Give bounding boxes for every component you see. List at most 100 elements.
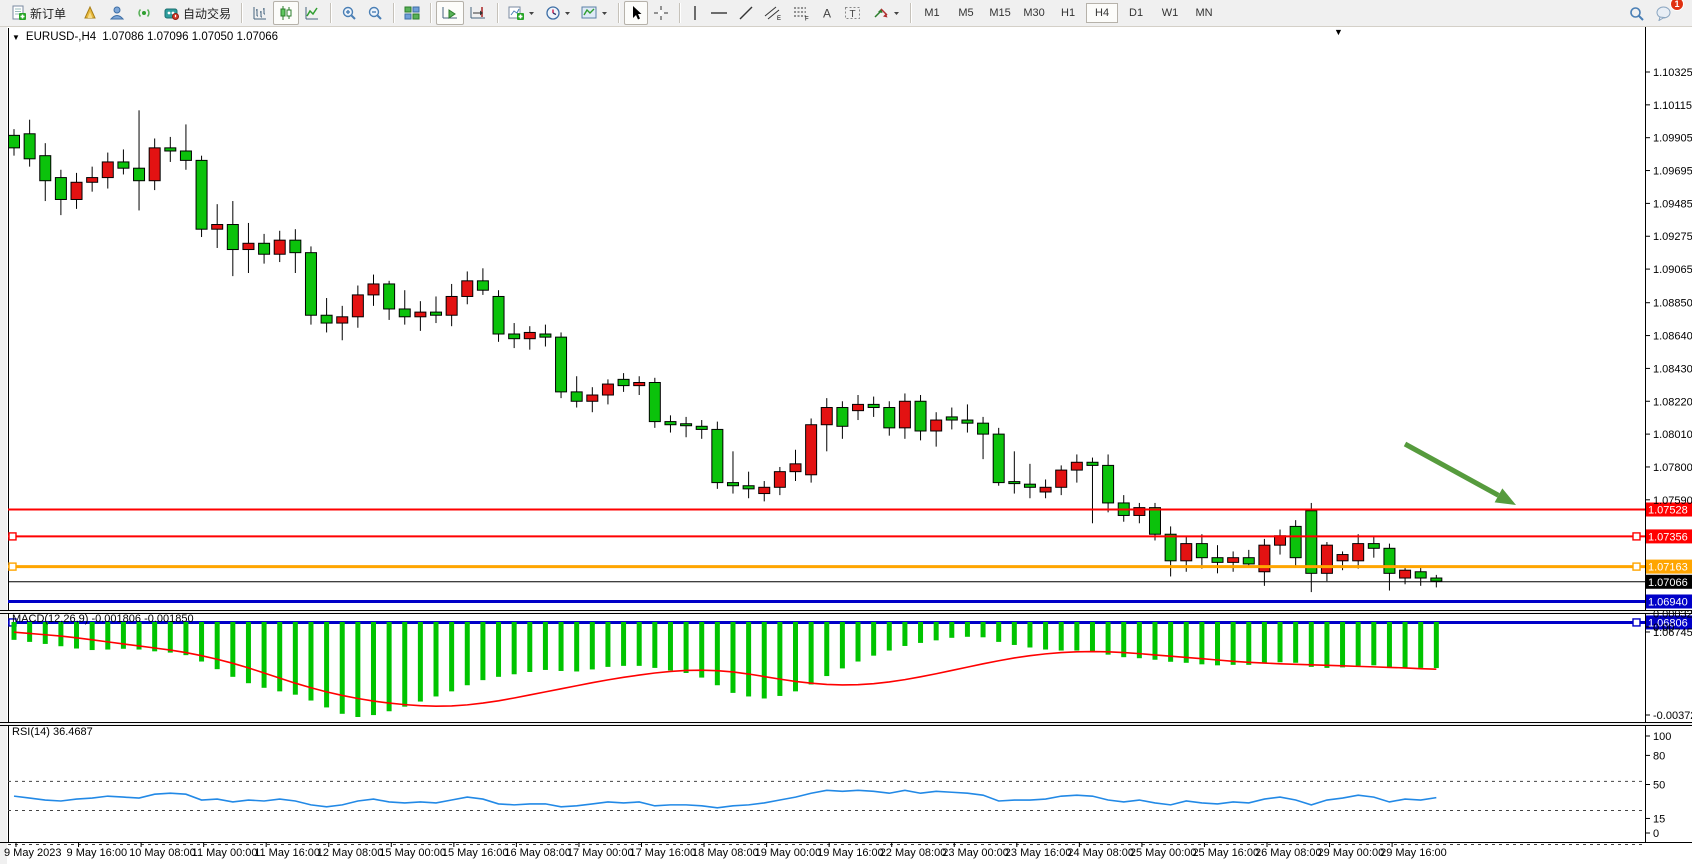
candle-body <box>1024 484 1035 487</box>
timeframe-H4[interactable]: H4 <box>1086 3 1118 23</box>
trendline-button[interactable] <box>733 1 759 25</box>
macd-bar <box>1340 622 1345 667</box>
candle-body <box>243 243 254 249</box>
chart-shift-icon <box>469 5 487 21</box>
timeframe-M15[interactable]: M15 <box>984 3 1016 23</box>
timeframe-W1[interactable]: W1 <box>1154 3 1186 23</box>
macd-bar <box>949 622 954 638</box>
chart-shift-button[interactable] <box>464 1 492 25</box>
separator <box>330 3 331 23</box>
candle-body <box>1415 572 1426 578</box>
equidistant-channel-button[interactable]: E <box>759 1 787 25</box>
macd-bar <box>1246 622 1251 665</box>
candle-body <box>352 295 363 317</box>
candle-body <box>649 382 660 421</box>
autotrading-button[interactable]: 自动交易 <box>158 1 236 25</box>
candle-body <box>1228 558 1239 563</box>
separator <box>430 3 431 23</box>
templates-button[interactable] <box>576 1 613 25</box>
candle-body <box>1431 578 1442 581</box>
candle-body <box>540 334 551 337</box>
candle-body <box>1337 555 1348 561</box>
notifications-button[interactable]: 1 <box>1650 1 1678 25</box>
macd-bar <box>730 622 735 693</box>
macd-bar <box>402 622 407 707</box>
candle-body <box>40 156 51 181</box>
symbol-period-label: EURUSD-,H4 <box>26 31 96 43</box>
x-tick-label: 11 May 00:00 <box>192 847 258 859</box>
candle-body <box>962 420 973 423</box>
line-chart-button[interactable] <box>299 1 325 25</box>
candle-body <box>1306 511 1317 574</box>
macd-bar <box>543 622 548 670</box>
add-indicator-button[interactable] <box>503 1 540 25</box>
periods-button[interactable] <box>540 1 576 25</box>
price-tag-text: 1.07066 <box>1648 577 1688 589</box>
candle-body <box>821 408 832 425</box>
zoom-in-button[interactable] <box>336 1 362 25</box>
crosshair-button[interactable] <box>648 1 674 25</box>
timeframe-M1[interactable]: M1 <box>916 3 948 23</box>
candle-body <box>462 281 473 297</box>
y-tick-label: 1.08010 <box>1653 429 1692 441</box>
ohlc-values: 1.07086 1.07096 1.07050 1.07066 <box>102 31 278 43</box>
macd-bar <box>262 622 267 688</box>
collapse-triangle-icon[interactable]: ▼ <box>12 33 20 42</box>
timeframe-H1[interactable]: H1 <box>1052 3 1084 23</box>
search-icon <box>1628 5 1645 22</box>
market-button[interactable] <box>104 1 131 25</box>
x-tick-label: 29 May 16:00 <box>1380 847 1447 859</box>
candle-body <box>118 162 129 168</box>
candle-body <box>884 408 895 428</box>
candle-body <box>587 395 598 401</box>
hline-marker-right[interactable] <box>1633 619 1640 626</box>
candle-body <box>1056 470 1067 487</box>
panel-gap <box>0 723 1692 725</box>
text-button[interactable]: A <box>815 1 839 25</box>
auto-scroll-button[interactable] <box>436 1 464 25</box>
horizontal-line-button[interactable] <box>705 1 733 25</box>
candle-body <box>618 379 629 385</box>
macd-bar <box>918 622 923 643</box>
timeframe-M5[interactable]: M5 <box>950 3 982 23</box>
template-icon <box>581 5 598 21</box>
macd-bar <box>1387 622 1392 667</box>
macd-bar <box>434 622 439 696</box>
candle-body <box>1149 508 1160 535</box>
zoom-out-button[interactable] <box>362 1 388 25</box>
cursor-button[interactable] <box>624 1 648 25</box>
hline-marker-left[interactable] <box>9 533 16 540</box>
tile-windows-button[interactable] <box>399 1 425 25</box>
svg-text:F: F <box>805 17 809 22</box>
search-button[interactable] <box>1623 1 1650 25</box>
bar-chart-button[interactable] <box>247 1 273 25</box>
fibonacci-icon: F <box>792 5 810 21</box>
macd-bar <box>1262 622 1267 663</box>
candle-body <box>1009 482 1020 484</box>
vertical-line-button[interactable] <box>685 1 705 25</box>
timeframe-D1[interactable]: D1 <box>1120 3 1152 23</box>
hline-marker-right[interactable] <box>1633 563 1640 570</box>
candlestick-chart-button[interactable] <box>273 1 299 25</box>
rsi-scale-label: 0 <box>1653 828 1659 840</box>
horizontal-line-icon <box>710 5 728 21</box>
candle-body <box>1040 487 1051 492</box>
macd-bar <box>605 622 610 667</box>
hline-marker-left[interactable] <box>9 563 16 570</box>
signals-button[interactable] <box>131 1 158 25</box>
hline-marker-right[interactable] <box>1633 533 1640 540</box>
text-label-button[interactable]: T <box>839 1 867 25</box>
fibonacci-button[interactable]: F <box>787 1 815 25</box>
y-tick-label: 1.09275 <box>1653 231 1692 243</box>
candle-body <box>743 486 754 489</box>
metaeditor-button[interactable] <box>77 1 104 25</box>
price-tag-text: 1.06940 <box>1648 596 1688 608</box>
timeframe-MN[interactable]: MN <box>1188 3 1220 23</box>
timeframe-M30[interactable]: M30 <box>1018 3 1050 23</box>
new-order-button[interactable]: 新订单 <box>6 1 71 25</box>
candle-body <box>1103 465 1114 503</box>
metaeditor-icon <box>82 5 99 21</box>
candle-body <box>837 408 848 427</box>
arrows-tool-button[interactable] <box>867 1 905 25</box>
chart-surface[interactable]: 1.075281.073561.071631.070661.069401.068… <box>0 26 1692 864</box>
